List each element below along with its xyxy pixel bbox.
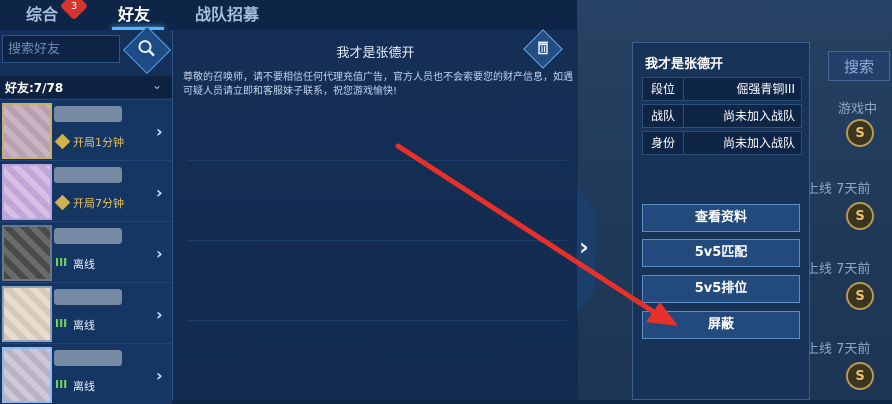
friend-action-popup: 我才是张德开 段位 倔强青铜III 战队 尚未加入战队 身份 尚未加入战队 查看… (632, 42, 810, 400)
tab-team-recruit[interactable]: 战队招募 (195, 1, 259, 25)
info-value: 倔强青铜III (736, 82, 795, 96)
friend-count: 好友:7/78 (5, 81, 64, 95)
avatar (2, 347, 52, 403)
chevron-right-icon: › (579, 233, 589, 261)
delete-chat-button[interactable] (523, 29, 563, 69)
match-5v5-button[interactable]: 5v5匹配 (642, 239, 800, 267)
trash-icon (538, 41, 548, 55)
rank-icon: III (55, 256, 68, 269)
info-value: 尚未加入战队 (722, 136, 795, 150)
blurred-name (54, 289, 122, 305)
divider (187, 240, 567, 241)
friend-list-item[interactable]: 开局7分钟 › (0, 160, 172, 221)
friend-list-item[interactable]: 开局1分钟 › (0, 99, 172, 160)
divider (187, 320, 567, 321)
view-profile-button[interactable]: 查看资料 (642, 204, 800, 232)
blurred-name (54, 167, 122, 183)
season-icon: S (846, 202, 874, 230)
chevron-right-icon[interactable]: › (156, 183, 163, 202)
info-label: 战队 (643, 105, 684, 127)
search-icon (138, 40, 155, 57)
season-icon: S (846, 282, 874, 310)
info-row-rank: 段位 倔强青铜III (642, 77, 802, 101)
friends-sidebar: 搜索好友 好友:7/78 ⌄ 开局1分钟 › 开局7分钟 › III 离线 › … (0, 25, 172, 404)
season-icon: S (846, 119, 874, 147)
rank-icon (54, 194, 71, 211)
chevron-down-icon: ⌄ (152, 78, 163, 92)
tab-badge: 3 (59, 0, 89, 21)
friend-list-item[interactable]: III 离线 › (0, 282, 172, 343)
block-button[interactable]: 屏蔽 (642, 311, 800, 339)
divider (187, 160, 567, 161)
friend-status: 开局1分钟 (73, 136, 124, 149)
avatar (2, 164, 52, 220)
chat-title: 我才是张德开 (336, 46, 415, 61)
rank-icon: III (55, 317, 68, 330)
info-row-team: 战队 尚未加入战队 (642, 104, 802, 128)
info-label: 段位 (643, 78, 684, 100)
season-icon: S (846, 362, 874, 390)
friend-status: 离线 (73, 380, 95, 393)
blurred-name (54, 228, 122, 244)
friend-search-input[interactable]: 搜索好友 (2, 35, 120, 63)
chevron-right-icon[interactable]: › (156, 366, 163, 385)
avatar (2, 286, 52, 342)
expand-panel-button[interactable]: › (577, 185, 605, 315)
friend-status: 离线 (73, 258, 95, 271)
tab-friends[interactable]: 好友 (118, 1, 150, 25)
ranked-5v5-button[interactable]: 5v5排位 (642, 275, 800, 303)
system-notice: 尊敬的召唤师，请不要相信任何代理充值广告，官方人员也不会索要您的财产信息，如遇可… (183, 72, 573, 97)
blurred-name (54, 350, 122, 366)
friend-status: 开局7分钟 (73, 197, 124, 210)
popup-player-name: 我才是张德开 (645, 57, 724, 72)
chevron-right-icon[interactable]: › (156, 305, 163, 324)
chat-panel: 我才是张德开 尊敬的召唤师，请不要相信任何代理充值广告，官方人员也不会索要您的财… (172, 29, 578, 400)
top-tabs: 综合 3 好友 战队招募 (0, 0, 280, 30)
friend-count-bar[interactable]: 好友:7/78 ⌄ (0, 76, 172, 98)
chevron-right-icon[interactable]: › (156, 244, 163, 263)
friend-list-item[interactable]: III 离线 › (0, 343, 172, 404)
avatar (2, 225, 52, 281)
rank-icon: III (55, 378, 68, 391)
tab-general[interactable]: 综合 (26, 1, 58, 25)
info-value: 尚未加入战队 (722, 109, 795, 123)
avatar (2, 103, 52, 159)
info-row-identity: 身份 尚未加入战队 (642, 131, 802, 155)
background-search-button: 搜索 (828, 51, 890, 81)
blurred-name (54, 106, 122, 122)
rank-icon (54, 133, 71, 150)
info-label: 身份 (643, 132, 684, 154)
friend-list-item[interactable]: III 离线 › (0, 221, 172, 282)
friend-status: 离线 (73, 319, 95, 332)
search-button[interactable] (122, 25, 172, 75)
chevron-right-icon[interactable]: › (156, 122, 163, 141)
